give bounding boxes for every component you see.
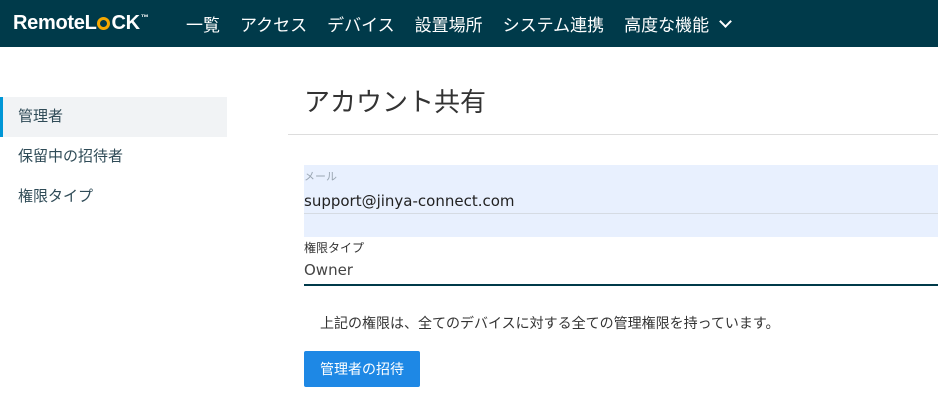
page-title: アカウント共有 <box>304 88 487 118</box>
nav-item-list[interactable]: 一覧 <box>186 11 220 36</box>
trademark-symbol: ™ <box>140 12 149 22</box>
top-navigation-bar: Remote L CK ™ 一覧 アクセス デバイス 設置場所 システム連携 高度… <box>0 0 938 47</box>
invite-administrator-button[interactable]: 管理者の招待 <box>304 351 420 387</box>
sidebar-item-administrators[interactable]: 管理者 <box>0 97 227 137</box>
logo-text-remote: Remote <box>13 11 85 34</box>
chevron-down-icon <box>719 14 733 28</box>
remotelock-logo[interactable]: Remote L CK ™ <box>13 11 149 35</box>
nav-item-access[interactable]: アクセス <box>240 11 307 36</box>
sidebar-item-pending-invitees[interactable]: 保留中の招待者 <box>0 137 227 177</box>
email-field-container: メール <box>304 165 938 237</box>
logo-letter-l: L <box>84 11 97 34</box>
lock-ring-icon <box>97 16 111 30</box>
email-field-underline <box>304 213 938 214</box>
nav-item-locations[interactable]: 設置場所 <box>415 11 483 36</box>
main-nav: 一覧 アクセス デバイス 設置場所 システム連携 高度な機能 <box>186 0 750 47</box>
nav-item-integrations[interactable]: システム連携 <box>503 11 605 36</box>
sidebar: 管理者 保留中の招待者 権限タイプ <box>0 97 227 217</box>
permission-description: 上記の権限は、全てのデバイスに対する全ての管理権限を持っています。 <box>320 316 780 332</box>
title-divider <box>288 134 938 135</box>
nav-item-advanced[interactable]: 高度な機能 <box>624 11 733 36</box>
nav-item-advanced-label: 高度な機能 <box>624 16 710 36</box>
permission-type-label: 権限タイプ <box>304 241 365 255</box>
logo-text-lock: L CK <box>84 11 141 35</box>
logo-letters-ck: CK <box>111 11 140 34</box>
permission-type-select[interactable]: Owner <box>304 258 938 286</box>
email-label: メール <box>304 170 337 183</box>
email-field[interactable] <box>304 187 938 215</box>
nav-item-devices[interactable]: デバイス <box>327 11 395 36</box>
sidebar-item-permission-types[interactable]: 権限タイプ <box>0 177 227 217</box>
